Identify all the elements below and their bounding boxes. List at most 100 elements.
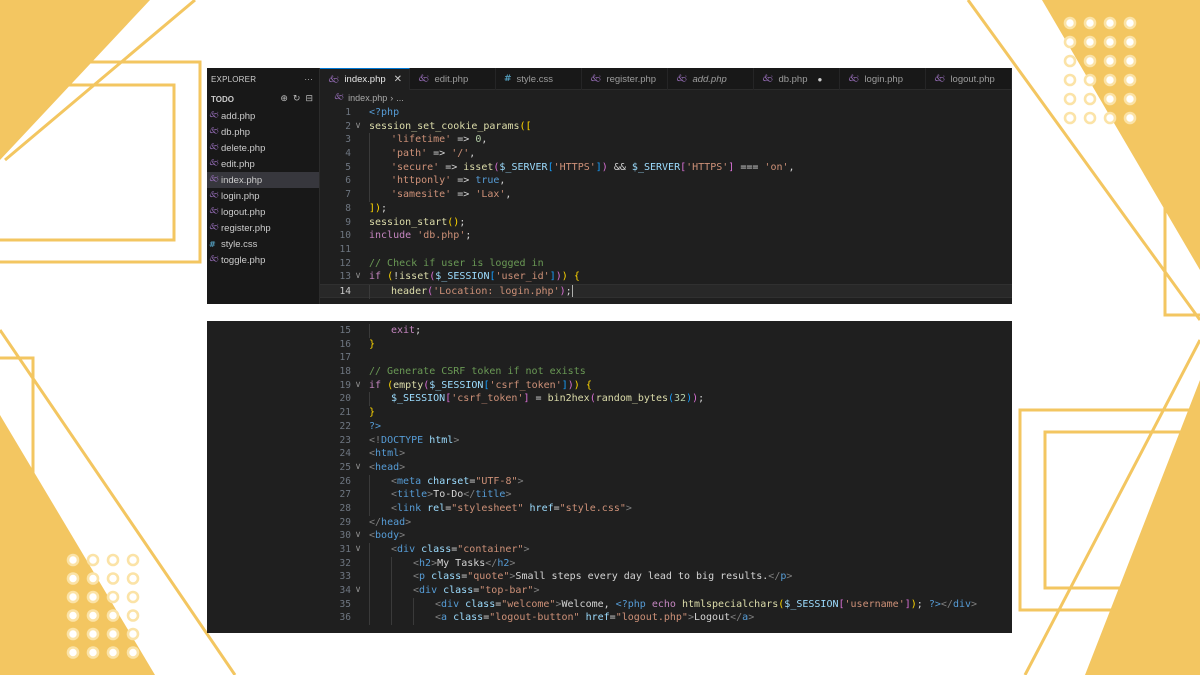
code-editor-bottom[interactable]: 15 exit; 16} 17 18// Generate CSRF token if … — [320, 324, 1012, 626]
code-line[interactable]: 1 <?php — [320, 106, 1012, 120]
code-token: } — [369, 338, 376, 350]
decor-dot — [1063, 35, 1077, 49]
code-line[interactable]: 20 $_SESSION['csrf_token'] = bin2hex(rand… — [320, 392, 1012, 407]
decor-dot — [1083, 73, 1097, 87]
refresh-icon[interactable]: ↻ — [293, 94, 301, 104]
code-token: > — [399, 448, 406, 460]
fold-chevron-icon[interactable]: ∨ — [353, 379, 363, 393]
code-line[interactable]: 13 ∨ if (!isset($_SESSION['user_id'])) { — [320, 270, 1012, 284]
line-number: 3 — [345, 134, 351, 146]
code-line[interactable]: 34 ∨ <div class="top-bar"> — [320, 584, 1012, 598]
explorer-file-item[interactable]: 🙵 edit.php — [207, 156, 319, 172]
code-line[interactable]: 19 ∨ if (empty($_SESSION['csrf_token'])) { — [320, 379, 1012, 393]
code-token: => — [451, 189, 476, 201]
editor-tab[interactable]: # style.css — [496, 68, 582, 90]
code-line[interactable]: 23 <!DOCTYPE html> — [320, 434, 1012, 448]
code-line[interactable]: 31 ∨ <div class="container"> — [320, 543, 1012, 557]
code-line[interactable]: 3 'lifetime' => 0, — [320, 133, 1012, 148]
tab-label: login.php — [864, 73, 903, 85]
code-token: $_SESSION — [784, 598, 839, 610]
code-line[interactable]: 35 <div class="welcome">Welcome, <?php ec… — [320, 597, 1012, 612]
code-line[interactable]: 9 session_start(); — [320, 216, 1012, 230]
code-token: $_SERVER — [499, 161, 548, 173]
editor-tab[interactable]: 🙵 db.php ● — [754, 68, 840, 90]
code-token: "top-bar" — [479, 585, 534, 597]
code-line[interactable]: 18 // Generate CSRF token if not exists — [320, 365, 1012, 379]
code-line[interactable]: 5 'secure' => isset($_SERVER['HTTPS']) &&… — [320, 160, 1012, 175]
code-line[interactable]: 30 ∨ <body> — [320, 529, 1012, 543]
code-token: class — [453, 612, 484, 624]
more-actions-icon[interactable]: ··· — [304, 75, 313, 84]
code-line[interactable]: 27 <title>To-Do</title> — [320, 488, 1012, 502]
code-line[interactable]: 33 <p class="quote">Small steps every day… — [320, 570, 1012, 585]
code-line[interactable]: 32 <h2>My Tasks</h2> — [320, 556, 1012, 571]
line-number: 21 — [339, 407, 351, 419]
decor-dot — [66, 553, 80, 567]
decor-dot — [1103, 111, 1117, 125]
explorer-file-item[interactable]: 🙵 register.php — [207, 220, 319, 236]
code-line[interactable]: 12 // Check if user is logged in — [320, 257, 1012, 271]
code-line[interactable]: 14 header('Location: login.php'); — [320, 283, 1012, 299]
code-line[interactable]: 17 — [320, 351, 1012, 365]
code-line[interactable]: 26 <meta charset="UTF-8"> — [320, 474, 1012, 489]
code-line[interactable]: 22 ?> — [320, 420, 1012, 434]
code-line[interactable]: 8]); — [320, 202, 1012, 216]
indent-guide — [369, 556, 391, 571]
code-line[interactable]: 10 include 'db.php'; — [320, 229, 1012, 243]
breadcrumb-rest[interactable]: ... — [396, 93, 404, 103]
fold-chevron-icon[interactable]: ∨ — [353, 120, 363, 134]
code-text: 'httponly' => true, — [369, 174, 505, 189]
editor-tab[interactable]: 🙵 logout.php — [926, 68, 1012, 90]
tab-label: logout.php — [950, 73, 995, 85]
code-text: 'secure' => isset($_SERVER['HTTPS']) && … — [369, 160, 795, 175]
explorer-file-item[interactable]: 🙵 login.php — [207, 188, 319, 204]
code-line[interactable]: 24 <html> — [320, 447, 1012, 461]
code-line[interactable]: 11 — [320, 243, 1012, 257]
code-line[interactable]: 4 'path' => '/', — [320, 147, 1012, 161]
code-line[interactable]: 15 exit; — [320, 324, 1012, 338]
fold-chevron-icon[interactable]: ∨ — [353, 461, 363, 475]
code-line[interactable]: 6 'httponly' => true, — [320, 174, 1012, 189]
collapse-icon[interactable]: ⊟ — [305, 94, 313, 104]
explorer-file-item[interactable]: 🙵 toggle.php — [207, 252, 319, 268]
decor-dot — [66, 572, 80, 585]
code-token: body — [375, 530, 400, 542]
decor-dot — [106, 609, 120, 622]
code-line[interactable]: 2 ∨ session_set_cookie_params([ — [320, 120, 1012, 134]
folder-header-todo[interactable]: TODO ⊕ ↻ ⊟ — [207, 90, 319, 108]
explorer-file-item[interactable]: # style.css — [207, 236, 319, 252]
editor-tab[interactable]: 🙵 edit.php — [410, 68, 496, 90]
explorer-file-item[interactable]: 🙵 index.php — [207, 172, 319, 188]
php-file-icon: 🙵 — [590, 74, 602, 84]
code-line[interactable]: 7 'samesite' => 'Lax', — [320, 188, 1012, 202]
code-editor-top[interactable]: 1 <?php 2 ∨ session_set_cookie_params([3 'lif… — [320, 106, 1012, 299]
fold-chevron-icon[interactable]: ∨ — [353, 584, 363, 598]
editor-tab[interactable]: 🙵 index.php ✕ — [320, 68, 410, 90]
decor-dot — [1123, 111, 1137, 125]
indent-guide — [369, 160, 391, 175]
explorer-file-item[interactable]: 🙵 logout.php — [207, 204, 319, 220]
fold-chevron-icon[interactable]: ∨ — [353, 543, 363, 557]
explorer-file-item[interactable]: 🙵 add.php — [207, 108, 319, 124]
fold-chevron-icon[interactable]: ∨ — [353, 270, 363, 284]
code-line[interactable]: 25 ∨ <head> — [320, 461, 1012, 475]
line-number: 20 — [339, 393, 351, 405]
code-line[interactable]: 36 <a class="logout-button" href="logout.… — [320, 611, 1012, 626]
code-line[interactable]: 16} — [320, 338, 1012, 352]
code-line[interactable]: 28 <link rel="stylesheet" href="style.css… — [320, 501, 1012, 516]
line-number: 7 — [345, 189, 351, 201]
close-icon[interactable]: ✕ — [394, 74, 402, 85]
code-line[interactable]: 29 </head> — [320, 516, 1012, 530]
editor-tab[interactable]: 🙵 login.php — [840, 68, 926, 90]
breadcrumb-file[interactable]: index.php — [348, 93, 387, 103]
decor-dot — [1103, 73, 1117, 87]
code-token: exit — [391, 325, 416, 336]
code-line[interactable]: 21} — [320, 406, 1012, 420]
explorer-file-item[interactable]: 🙵 db.php — [207, 124, 319, 140]
new-file-icon[interactable]: ⊕ — [280, 94, 288, 104]
explorer-file-item[interactable]: 🙵 delete.php — [207, 140, 319, 156]
editor-tab[interactable]: 🙵 add.php — [668, 68, 754, 90]
editor-tab[interactable]: 🙵 register.php — [582, 68, 668, 90]
fold-chevron-icon[interactable]: ∨ — [353, 529, 363, 543]
code-token: 'lifetime' — [391, 134, 452, 146]
